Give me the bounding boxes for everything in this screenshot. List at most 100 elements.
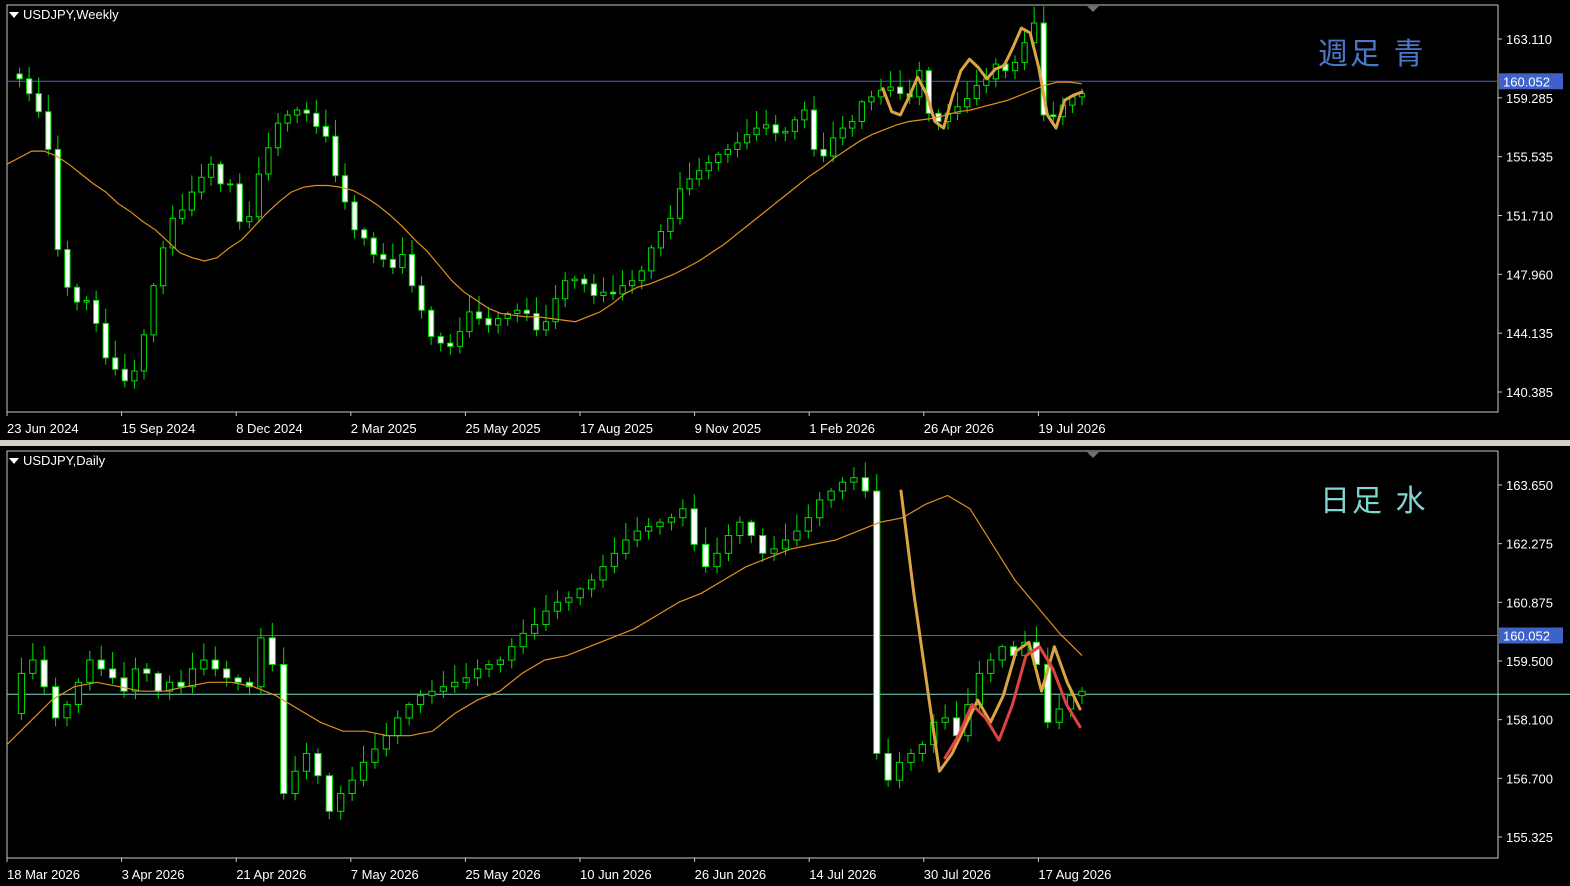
candle-up bbox=[587, 579, 596, 590]
candle-up bbox=[827, 490, 835, 501]
candle-up bbox=[868, 96, 875, 103]
candle-up bbox=[291, 770, 299, 795]
candle-up bbox=[887, 86, 894, 91]
x-tick-label: 3 Apr 2026 bbox=[122, 867, 185, 882]
candle-up bbox=[753, 127, 760, 136]
candle-up bbox=[200, 659, 208, 670]
candle-down bbox=[609, 291, 617, 295]
candle-up bbox=[530, 623, 539, 634]
candle-up bbox=[599, 566, 607, 581]
candle-down bbox=[313, 112, 320, 127]
candle-down bbox=[447, 342, 454, 347]
candle-up bbox=[667, 217, 674, 232]
candle-down bbox=[820, 148, 827, 157]
candle-up bbox=[150, 285, 157, 336]
candle-down bbox=[485, 317, 492, 326]
candle-down bbox=[332, 135, 339, 177]
candle-down bbox=[121, 368, 128, 382]
candle-up bbox=[763, 124, 770, 129]
candle-up bbox=[964, 98, 971, 108]
candle-up bbox=[294, 109, 301, 116]
candle-up bbox=[679, 508, 687, 519]
y-tick-label: 163.650 bbox=[1506, 478, 1553, 493]
candle-up bbox=[571, 278, 578, 282]
x-tick-label: 21 Apr 2026 bbox=[236, 867, 306, 882]
daily-note: 日足 水 bbox=[1320, 484, 1428, 519]
candle-up bbox=[686, 178, 693, 190]
weekly-note: 週足 青 bbox=[1318, 37, 1426, 72]
candle-down bbox=[861, 477, 869, 492]
candle-down bbox=[747, 521, 755, 537]
candle-up bbox=[131, 668, 140, 692]
candle-up bbox=[485, 664, 493, 670]
weekly-title[interactable]: USDJPY,Weekly bbox=[9, 7, 119, 22]
y-tick-label: 155.325 bbox=[1506, 830, 1553, 845]
x-tick-label: 23 Jun 2024 bbox=[7, 421, 79, 436]
dropdown-arrow-icon[interactable] bbox=[9, 457, 19, 464]
candle-up bbox=[987, 659, 995, 674]
candle-up bbox=[1055, 708, 1063, 723]
daily-title-label: USDJPY,Daily bbox=[23, 453, 106, 468]
candle-up bbox=[265, 147, 272, 175]
candle-up bbox=[514, 309, 521, 315]
candle-down bbox=[690, 508, 698, 545]
candle-up bbox=[850, 477, 858, 483]
annotation-line bbox=[899, 489, 1082, 773]
candle-down bbox=[322, 125, 329, 137]
candle-up bbox=[399, 253, 406, 269]
y-tick-label: 151.710 bbox=[1506, 209, 1553, 224]
price-level-label: 160.052 bbox=[1503, 629, 1550, 644]
candle-up bbox=[1021, 42, 1028, 63]
moving-average-line bbox=[6, 81, 1083, 323]
candle-up bbox=[274, 122, 282, 149]
daily-chart-window[interactable]: 163.650 162.275 160.875 159.500 158.100 156.7… bbox=[0, 446, 1570, 886]
candle-down bbox=[51, 686, 60, 719]
daily-title[interactable]: USDJPY,Daily bbox=[9, 453, 105, 468]
candle-up bbox=[337, 793, 345, 812]
candle-up bbox=[858, 101, 865, 123]
x-tick-label: 25 May 2025 bbox=[465, 421, 540, 436]
candle-up bbox=[801, 109, 808, 121]
y-tick-label: 156.700 bbox=[1506, 771, 1553, 786]
candle-down bbox=[437, 336, 444, 344]
candle-up bbox=[188, 191, 195, 211]
x-tick-label: 30 Jul 2026 bbox=[924, 867, 991, 882]
candle-down bbox=[268, 637, 276, 666]
x-tick-label: 9 Nov 2025 bbox=[695, 421, 762, 436]
candle-up bbox=[439, 686, 447, 692]
candle-up bbox=[284, 114, 291, 124]
candle-up bbox=[255, 173, 262, 218]
candle-up bbox=[918, 744, 926, 754]
candle-up bbox=[696, 170, 703, 180]
y-tick-label: 159.285 bbox=[1506, 91, 1553, 106]
candle-down bbox=[1050, 114, 1057, 118]
y-tick-label: 162.275 bbox=[1506, 537, 1553, 552]
candle-up bbox=[736, 521, 744, 537]
x-tick-label: 19 Jul 2026 bbox=[1038, 421, 1105, 436]
candle-down bbox=[389, 258, 396, 269]
weekly-chart-window[interactable]: 163.110 159.285 155.535 151.710 147.960 144.1… bbox=[0, 0, 1570, 440]
candle-down bbox=[314, 752, 322, 777]
candle-down bbox=[112, 357, 119, 370]
candle-up bbox=[473, 668, 482, 679]
candle-up bbox=[839, 127, 846, 139]
candle-up bbox=[667, 517, 676, 523]
candle-up bbox=[227, 183, 234, 186]
candle-down bbox=[884, 752, 892, 781]
price-level-label: 160.052 bbox=[1503, 74, 1550, 89]
candle-up bbox=[456, 331, 463, 347]
candle-down bbox=[26, 78, 33, 95]
plot-frame bbox=[6, 450, 1499, 859]
shift-marker-icon bbox=[1087, 452, 1099, 458]
y-tick-label: 159.500 bbox=[1506, 654, 1553, 669]
candle-up bbox=[629, 280, 636, 287]
candle-up bbox=[83, 299, 90, 303]
dropdown-arrow-icon[interactable] bbox=[9, 11, 19, 18]
candle-up bbox=[648, 247, 655, 272]
x-tick-label: 15 Sep 2024 bbox=[122, 421, 196, 436]
candle-down bbox=[211, 659, 219, 670]
candle-up bbox=[830, 137, 837, 157]
candle-down bbox=[303, 109, 310, 114]
candle-up bbox=[188, 668, 197, 688]
candle-up bbox=[895, 761, 904, 781]
